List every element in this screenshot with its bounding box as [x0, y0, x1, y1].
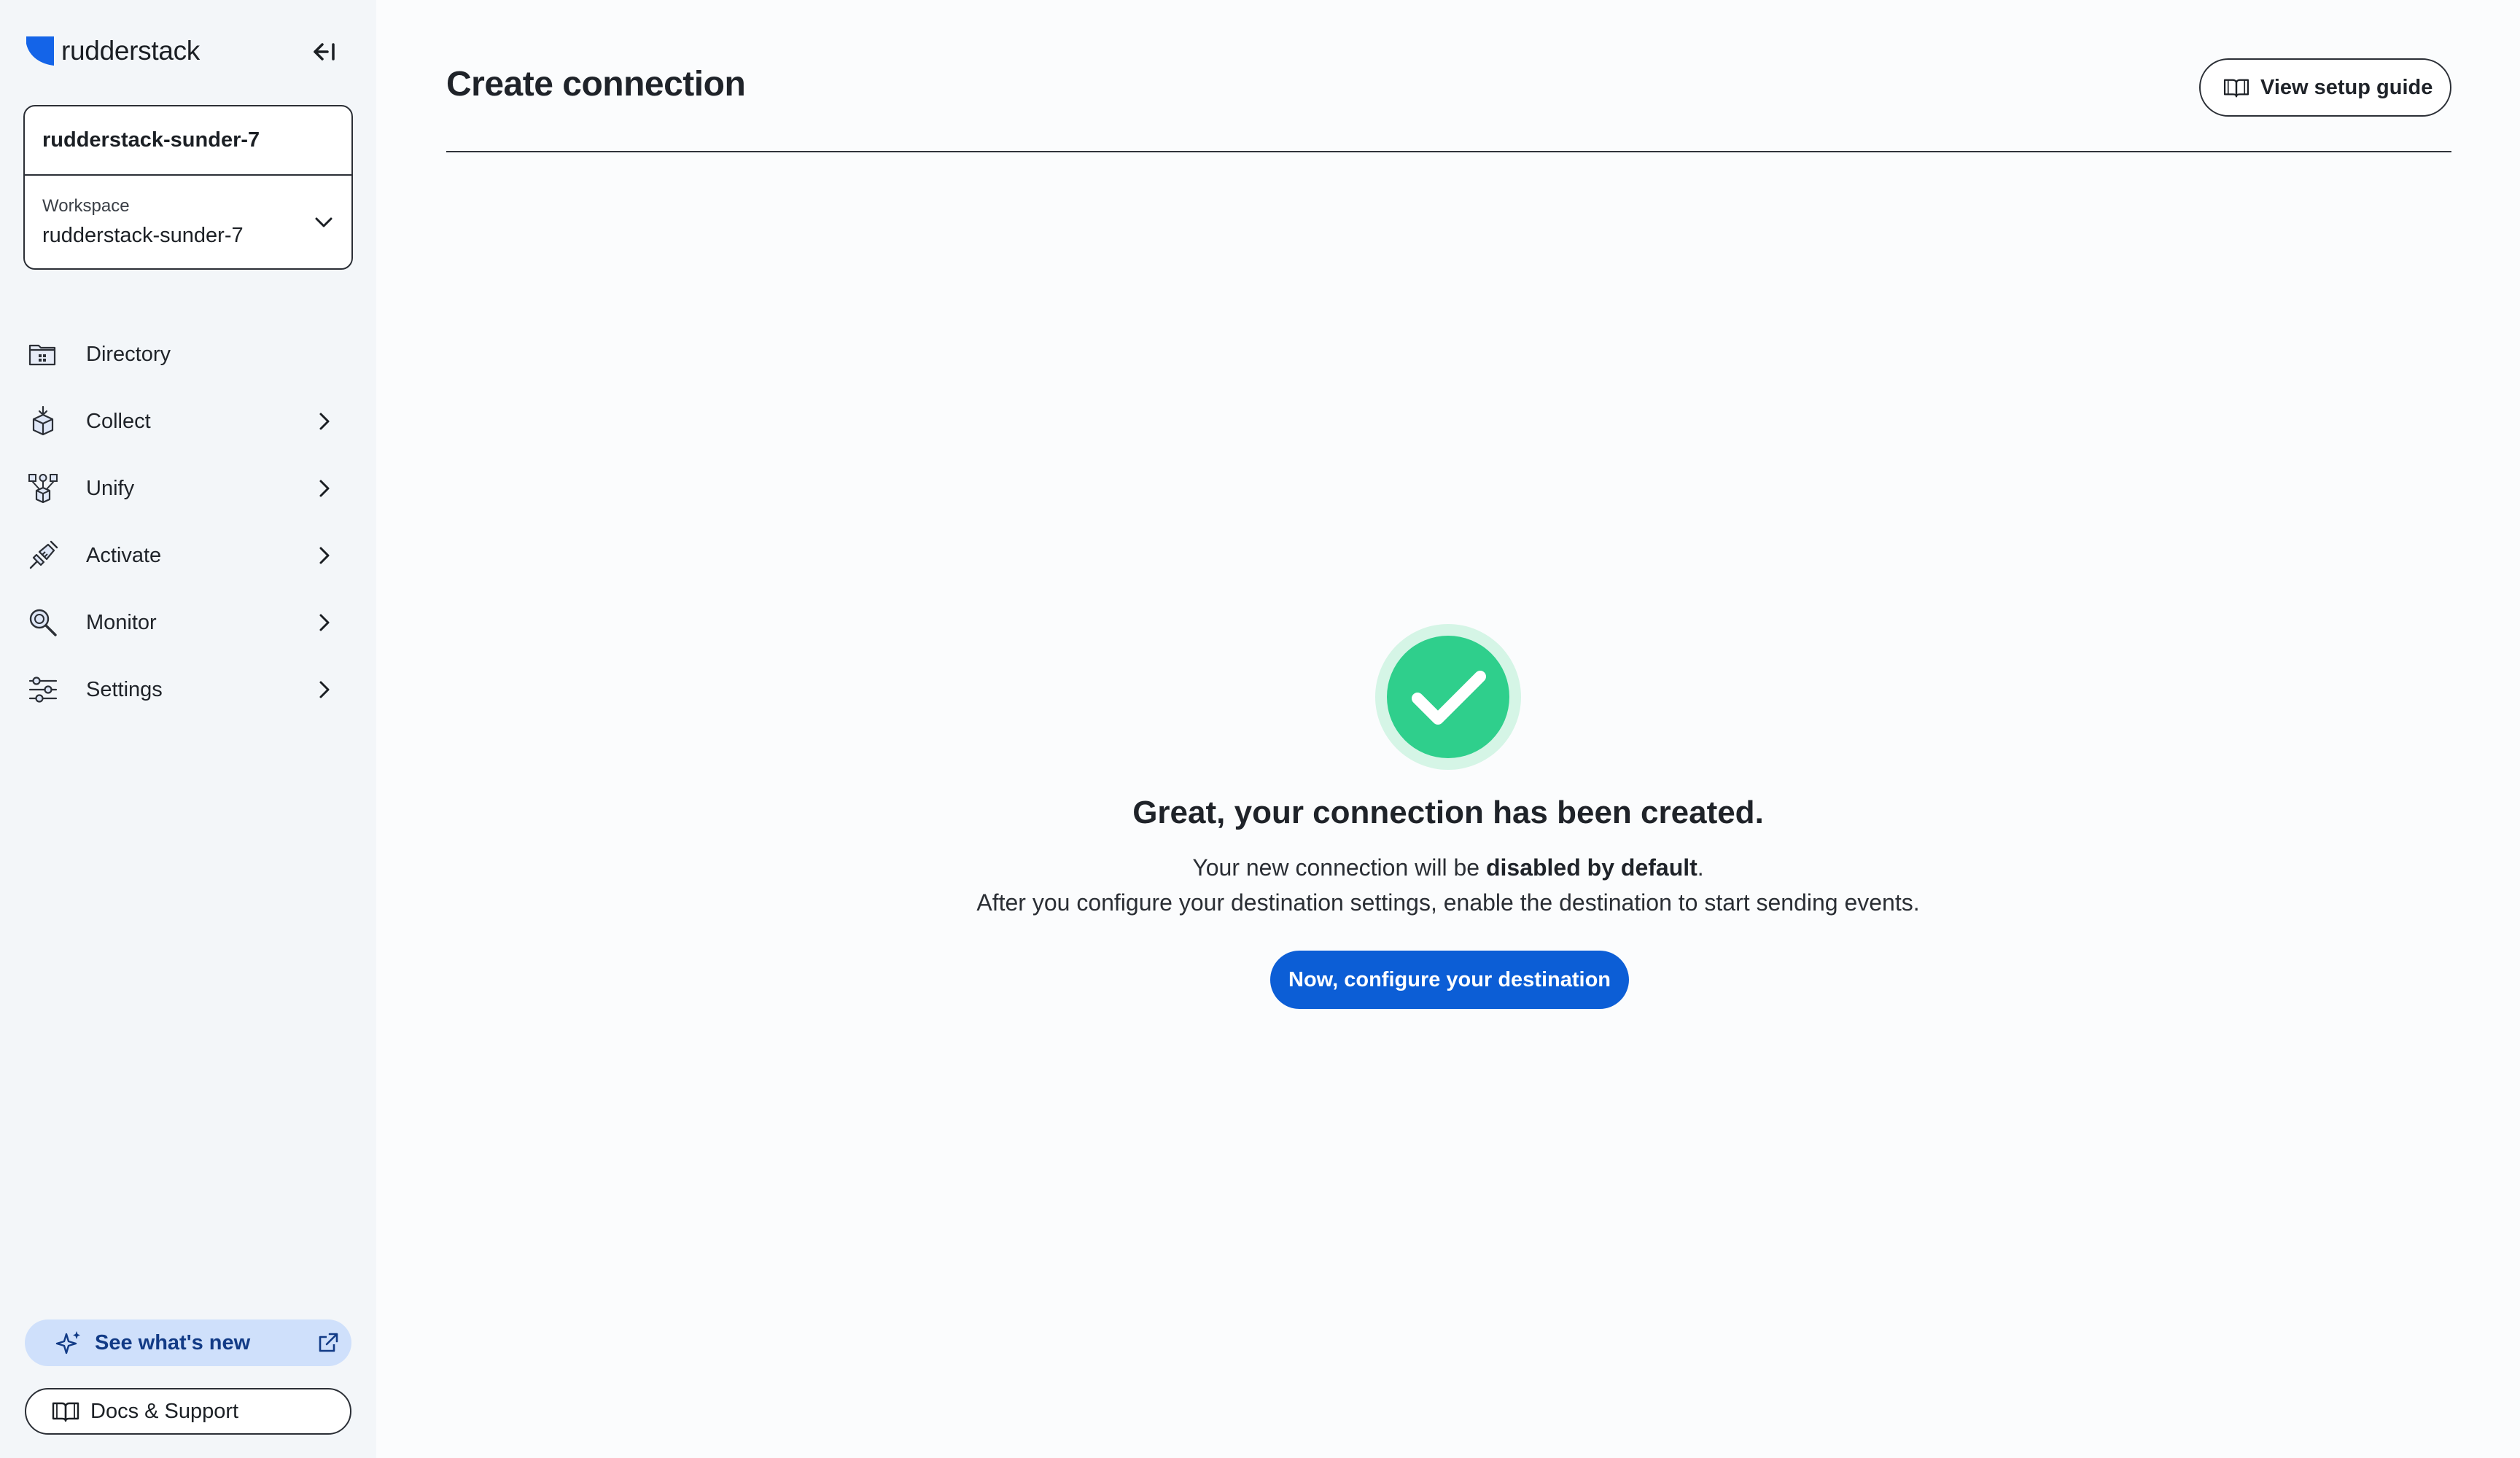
activate-icon [29, 540, 58, 569]
organization-name[interactable]: rudderstack-sunder-7 [25, 106, 351, 176]
chevron-right-icon [319, 614, 330, 631]
success-message-line2: After you configure your destination set… [976, 889, 1920, 916]
brand[interactable]: rudderstack [25, 32, 200, 70]
docs-support-button[interactable]: Docs & Support [25, 1388, 351, 1435]
disabled-by-default-emphasis: disabled by default [1485, 854, 1698, 881]
nav-item-activate[interactable]: Activate [0, 522, 376, 589]
configure-destination-button[interactable]: Now, configure your destination [1270, 951, 1629, 1009]
page-title: Create connection [446, 65, 746, 104]
see-whats-new-label: See what's new [95, 1330, 251, 1354]
nav-label-monitor: Monitor [86, 610, 157, 634]
chevron-right-icon [319, 547, 330, 564]
app-root: rudderstack rudderstack-sunder-7 Workspa… [0, 0, 2520, 1458]
nav-item-settings[interactable]: Settings [0, 656, 376, 723]
monitor-icon [29, 609, 57, 636]
nav-item-collect[interactable]: Collect [0, 388, 376, 455]
workspace-value: rudderstack-sunder-7 [42, 224, 244, 247]
external-link-icon [319, 1333, 338, 1352]
nav-item-unify[interactable]: Unify [0, 455, 376, 522]
book-icon [2223, 79, 2249, 98]
nav-label-activate: Activate [86, 543, 162, 567]
nav-item-directory[interactable]: Directory [0, 321, 376, 388]
book-icon [52, 1402, 79, 1422]
chevron-right-icon [319, 413, 330, 430]
sidebar: rudderstack rudderstack-sunder-7 Workspa… [0, 0, 376, 1458]
collapse-sidebar-button[interactable] [309, 36, 340, 67]
nav-item-monitor[interactable]: Monitor [0, 589, 376, 656]
success-message-line1: Your new connection will be disabled by … [376, 854, 2520, 881]
nav-label-unify: Unify [86, 476, 135, 500]
success-check-icon [1375, 624, 1521, 770]
settings-icon [28, 677, 58, 703]
chevron-right-icon [319, 480, 330, 497]
chevron-down-icon [315, 217, 332, 227]
workspace-label: Workspace [42, 196, 130, 216]
collapse-left-icon [314, 43, 335, 61]
brand-name: rudderstack [61, 36, 201, 66]
sparkle-icon [55, 1331, 80, 1354]
success-message-suffix: . [1697, 854, 1704, 881]
header-divider [446, 151, 2451, 152]
nav-label-directory: Directory [86, 342, 171, 366]
success-message-prefix: Your new connection will be [1192, 854, 1486, 881]
collect-icon [32, 405, 54, 436]
success-headline: Great, your connection has been created. [1132, 795, 1764, 830]
workspace-select[interactable]: Workspace rudderstack-sunder-7 [25, 176, 351, 268]
rudderstack-logo-icon [26, 36, 54, 66]
directory-icon [28, 344, 56, 366]
chevron-right-icon [319, 681, 330, 698]
nav-label-collect: Collect [86, 409, 151, 433]
main-nav: Directory Collect Unify Activate Monitor… [0, 321, 376, 723]
main-content: Create connection View setup guide Great… [376, 0, 2520, 1458]
see-whats-new-button[interactable]: See what's new [25, 1319, 351, 1366]
unify-icon [28, 474, 58, 504]
view-setup-guide-label: View setup guide [2260, 75, 2433, 99]
workspace-switcher: rudderstack-sunder-7 Workspace ruddersta… [23, 105, 353, 270]
view-setup-guide-button[interactable]: View setup guide [2199, 58, 2451, 117]
docs-support-label: Docs & Support [90, 1399, 239, 1423]
nav-label-settings: Settings [86, 677, 163, 701]
